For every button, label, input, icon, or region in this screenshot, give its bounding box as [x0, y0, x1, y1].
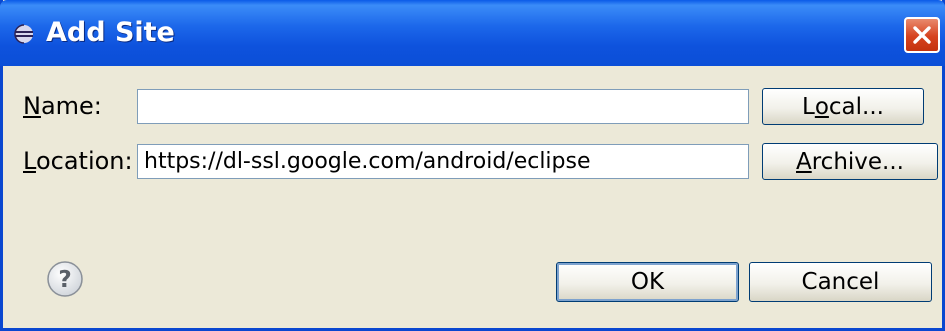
- svg-text:?: ?: [58, 267, 71, 293]
- title-bar[interactable]: Add Site: [0, 0, 945, 66]
- window-title: Add Site: [46, 17, 175, 48]
- help-icon[interactable]: ?: [46, 260, 84, 298]
- name-input[interactable]: [137, 89, 749, 124]
- close-button[interactable]: [904, 17, 940, 53]
- close-icon: [913, 26, 931, 44]
- ok-button[interactable]: OK: [556, 262, 739, 302]
- name-label: Name:: [23, 92, 102, 120]
- location-label: Location:: [23, 147, 133, 175]
- cancel-button[interactable]: Cancel: [749, 262, 932, 302]
- archive-button[interactable]: Archive...: [762, 143, 938, 180]
- eclipse-icon: [14, 24, 33, 44]
- location-input[interactable]: [137, 144, 749, 179]
- local-button[interactable]: Lo cal...: [762, 88, 924, 125]
- add-site-dialog: Add Site Name: Location: Local... Archiv…: [0, 0, 945, 331]
